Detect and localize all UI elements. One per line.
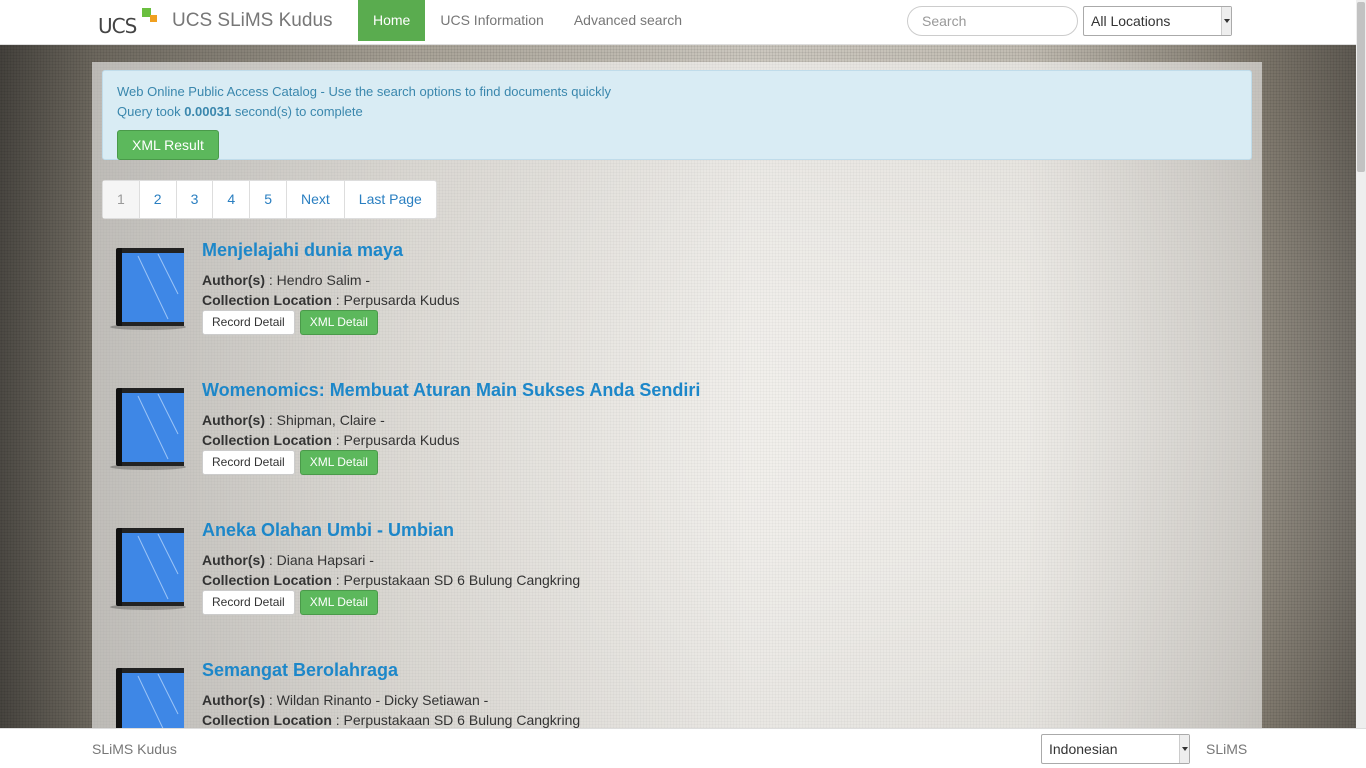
chevron-down-icon xyxy=(1179,735,1189,763)
info-alert: Web Online Public Access Catalog - Use t… xyxy=(102,70,1252,160)
book-cover-icon[interactable] xyxy=(108,384,186,470)
location-line: Collection Location : Perpusarda Kudus xyxy=(202,292,460,308)
xml-detail-button[interactable]: XML Detail xyxy=(299,590,378,615)
location-line: Collection Location : Perpustakaan SD 6 … xyxy=(202,712,581,728)
last-page-link[interactable]: Last Page xyxy=(343,181,436,218)
result-actions: Record Detail XML Detail xyxy=(202,590,378,615)
chevron-down-icon xyxy=(1221,7,1231,35)
location-select[interactable]: All Locations xyxy=(1083,6,1232,36)
book-cover-icon[interactable] xyxy=(108,664,186,728)
logo-text: UCS xyxy=(98,14,137,38)
pagination: 1 2 3 4 5 Next Last Page xyxy=(102,180,437,219)
logo-orange-square xyxy=(150,15,157,22)
search-input[interactable]: Search xyxy=(907,6,1078,36)
book-cover-icon[interactable] xyxy=(108,244,186,330)
record-detail-button[interactable]: Record Detail xyxy=(202,590,295,615)
result-actions: Record Detail XML Detail xyxy=(202,450,378,475)
record-detail-button[interactable]: Record Detail xyxy=(202,450,295,475)
footer-site-name: SLiMS Kudus xyxy=(92,741,177,757)
result-item: Aneka Olahan Umbi - Umbian Author(s) : D… xyxy=(108,520,1248,620)
language-select-value: Indonesian xyxy=(1049,741,1118,757)
page-scrollbar[interactable] xyxy=(1356,0,1366,728)
ucs-logo[interactable]: UCS xyxy=(98,8,158,38)
brand-title[interactable]: UCS SLiMS Kudus xyxy=(172,10,333,32)
record-detail-button[interactable]: Record Detail xyxy=(202,310,295,335)
main-nav: Home UCS Information Advanced search xyxy=(358,0,697,41)
result-title[interactable]: Womenomics: Membuat Aturan Main Sukses A… xyxy=(202,380,700,401)
page-2[interactable]: 2 xyxy=(138,181,176,218)
footer: SLiMS Kudus Indonesian SLiMS xyxy=(0,728,1366,768)
main-content: Web Online Public Access Catalog - Use t… xyxy=(92,62,1262,728)
author-line: Author(s) : Wildan Rinanto - Dicky Setia… xyxy=(202,692,489,708)
nav-advanced-search[interactable]: Advanced search xyxy=(559,0,697,41)
location-line: Collection Location : Perpustakaan SD 6 … xyxy=(202,572,581,588)
result-title[interactable]: Menjelajahi dunia maya xyxy=(202,240,403,261)
top-navbar: UCS UCS SLiMS Kudus Home UCS Information… xyxy=(0,0,1366,45)
xml-detail-button[interactable]: XML Detail xyxy=(299,310,378,335)
result-actions: Record Detail XML Detail xyxy=(202,310,378,335)
page-4[interactable]: 4 xyxy=(212,181,249,218)
nav-home[interactable]: Home xyxy=(358,0,426,41)
nav-ucs-information[interactable]: UCS Information xyxy=(425,0,558,41)
result-item: Menjelajahi dunia maya Author(s) : Hendr… xyxy=(108,240,1248,340)
footer-slims-link[interactable]: SLiMS xyxy=(1206,741,1247,757)
page-3[interactable]: 3 xyxy=(175,181,213,218)
query-time-text: Query took 0.00031 second(s) to complete xyxy=(117,104,363,119)
opac-description: Web Online Public Access Catalog - Use t… xyxy=(117,84,612,99)
next-page-link[interactable]: Next xyxy=(285,181,344,218)
result-title[interactable]: Semangat Berolahraga xyxy=(202,660,398,681)
author-line: Author(s) : Hendro Salim - xyxy=(202,272,371,288)
result-title[interactable]: Aneka Olahan Umbi - Umbian xyxy=(202,520,454,541)
page-1: 1 xyxy=(103,181,139,218)
xml-detail-button[interactable]: XML Detail xyxy=(299,450,378,475)
xml-result-button[interactable]: XML Result xyxy=(117,130,219,160)
language-select[interactable]: Indonesian xyxy=(1041,734,1190,764)
author-line: Author(s) : Diana Hapsari - xyxy=(202,552,374,568)
result-item: Semangat Berolahraga Author(s) : Wildan … xyxy=(108,660,1248,728)
location-select-value: All Locations xyxy=(1091,13,1171,29)
author-line: Author(s) : Shipman, Claire - xyxy=(202,412,385,428)
scrollbar-thumb[interactable] xyxy=(1357,2,1365,172)
location-line: Collection Location : Perpusarda Kudus xyxy=(202,432,460,448)
book-cover-icon[interactable] xyxy=(108,524,186,610)
result-item: Womenomics: Membuat Aturan Main Sukses A… xyxy=(108,380,1248,480)
page-5[interactable]: 5 xyxy=(249,181,286,218)
